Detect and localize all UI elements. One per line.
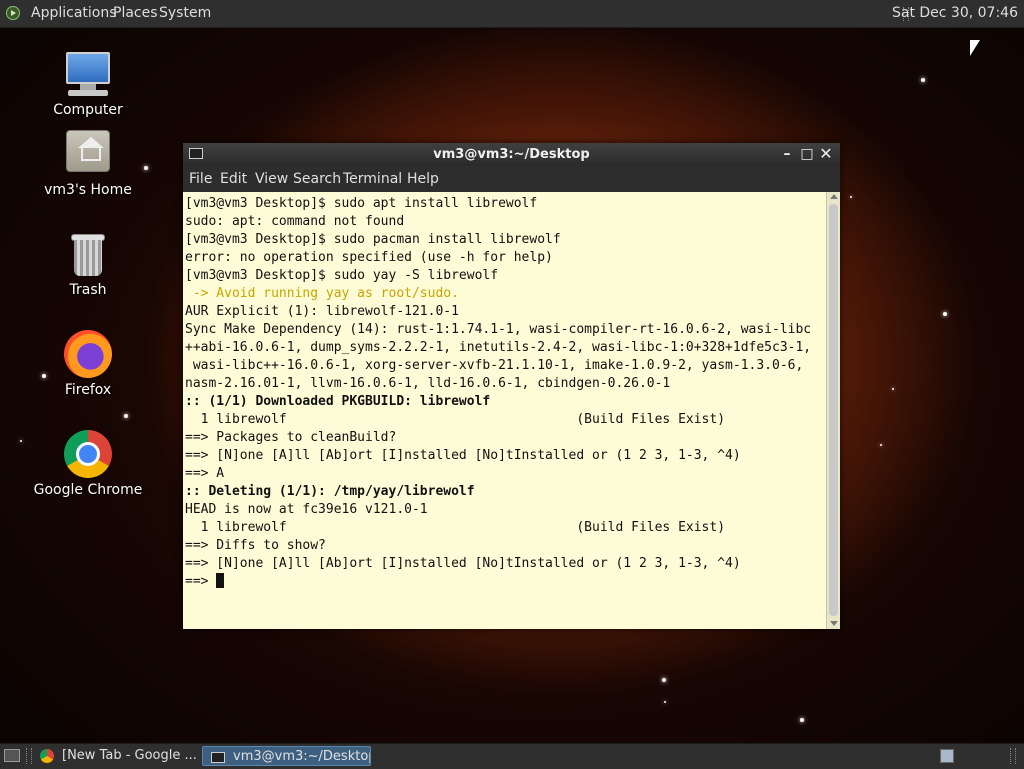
- minimize-button[interactable]: –: [780, 147, 794, 161]
- terminal-window[interactable]: vm3@vm3:~/Desktop – □ ✕ File Edit View S…: [183, 143, 840, 629]
- window-title: vm3@vm3:~/Desktop: [433, 147, 590, 162]
- firefox-icon: [64, 330, 112, 378]
- terminal-line: ==> Packages to cleanBuild?: [185, 430, 397, 445]
- scroll-down-arrow-icon[interactable]: [830, 621, 838, 626]
- terminal-line: [vm3@vm3 Desktop]$ sudo pacman install l…: [185, 232, 561, 247]
- scroll-up-arrow-icon[interactable]: [830, 194, 838, 199]
- taskbar-item-label: vm3@vm3:~/Desktop: [233, 749, 371, 764]
- star: [662, 678, 666, 682]
- terminal-line: ++abi-16.0.6-1, dump_syms-2.2.2-1, inetu…: [185, 340, 812, 355]
- terminal-line: [vm3@vm3 Desktop]$ sudo yay -S librewolf: [185, 268, 499, 283]
- home-folder-icon: [66, 130, 110, 172]
- terminal-icon: [211, 752, 225, 763]
- text-cursor: [216, 573, 225, 588]
- terminal-line: ==> A: [185, 466, 225, 481]
- desktop-icon-label: Firefox: [64, 382, 112, 398]
- desktop-icon-home[interactable]: vm3's Home: [33, 130, 143, 198]
- distro-logo-icon[interactable]: [6, 6, 20, 20]
- applications-menu[interactable]: Applications: [31, 5, 117, 21]
- chrome-icon: [64, 430, 112, 478]
- terminal-menubar: File Edit View Search Terminal Help: [183, 166, 840, 192]
- terminal-line: HEAD is now at fc39e16 v121.0-1: [185, 502, 428, 517]
- desktop-icon-firefox[interactable]: Firefox: [33, 330, 143, 398]
- menu-view[interactable]: View: [255, 171, 288, 187]
- system-menu[interactable]: System: [159, 5, 211, 21]
- star: [800, 718, 804, 722]
- terminal-output[interactable]: [vm3@vm3 Desktop]$ sudo apt install libr…: [183, 192, 826, 629]
- taskbar-item-terminal[interactable]: vm3@vm3:~/Desktop: [202, 746, 371, 766]
- menu-file[interactable]: File: [189, 171, 212, 187]
- star: [850, 196, 852, 198]
- desktop-icon-label: Trash: [69, 282, 107, 298]
- menu-help[interactable]: Help: [407, 171, 439, 187]
- chrome-icon: [40, 749, 54, 763]
- star: [144, 166, 148, 170]
- menu-edit[interactable]: Edit: [220, 171, 247, 187]
- star: [892, 388, 894, 390]
- star: [921, 78, 925, 82]
- terminal-prompt: ==>: [185, 574, 217, 589]
- terminal-line: ==> Diffs to show?: [185, 538, 326, 553]
- bottom-panel: [New Tab - Google ... vm3@vm3:~/Desktop: [0, 743, 1024, 769]
- star: [664, 701, 666, 703]
- menu-terminal[interactable]: Terminal: [343, 171, 402, 187]
- terminal-line: Sync Make Dependency (14): rust-1:1.74.1…: [185, 322, 812, 337]
- desktop-icon-label: Google Chrome: [33, 482, 143, 498]
- workspace-switcher[interactable]: [940, 749, 954, 763]
- top-panel: Applications Places System Sat Dec 30, 0…: [0, 0, 1024, 28]
- panel-separator: [1010, 748, 1016, 764]
- star: [943, 312, 947, 316]
- terminal-line: [vm3@vm3 Desktop]$ sudo apt install libr…: [185, 196, 538, 211]
- computer-icon: [64, 50, 112, 98]
- window-titlebar[interactable]: vm3@vm3:~/Desktop – □ ✕: [183, 143, 840, 166]
- terminal-line: 1 librewolf (Build Files Exist): [185, 412, 726, 427]
- terminal-line: AUR Explicit (1): librewolf-121.0-1: [185, 304, 459, 319]
- terminal-line: ==> [N]one [A]ll [Ab]ort [I]nstalled [No…: [185, 556, 741, 571]
- scrollbar-thumb[interactable]: [829, 204, 838, 616]
- clock[interactable]: Sat Dec 30, 07:46: [892, 5, 1018, 21]
- star: [880, 444, 882, 446]
- terminal-line: ==> [N]one [A]ll [Ab]ort [I]nstalled [No…: [185, 448, 741, 463]
- desktop-icon-computer[interactable]: Computer: [33, 50, 143, 118]
- places-menu[interactable]: Places: [113, 5, 158, 21]
- terminal-line: 1 librewolf (Build Files Exist): [185, 520, 726, 535]
- show-desktop-icon[interactable]: [4, 749, 20, 762]
- terminal-line: nasm-2.16.01-1, llvm-16.0.6-1, lld-16.0.…: [185, 376, 671, 391]
- star: [20, 440, 22, 442]
- star: [124, 414, 128, 418]
- terminal-line: error: no operation specified (use -h fo…: [185, 250, 553, 265]
- terminal-line: :: Deleting (1/1): /tmp/yay/librewolf: [185, 484, 475, 499]
- desktop-icon-label: vm3's Home: [44, 182, 132, 198]
- terminal-line-warning: -> Avoid running yay as root/sudo.: [185, 286, 459, 301]
- vertical-scrollbar[interactable]: [826, 192, 840, 629]
- desktop-icon-trash[interactable]: Trash: [33, 230, 143, 298]
- terminal-line: sudo: apt: command not found: [185, 214, 405, 229]
- close-button[interactable]: ✕: [819, 146, 833, 162]
- maximize-button[interactable]: □: [800, 147, 814, 161]
- taskbar-item-chrome[interactable]: [New Tab - Google ...: [32, 746, 200, 766]
- desktop-icon-chrome[interactable]: Google Chrome: [33, 430, 143, 498]
- terminal-line: :: (1/1) Downloaded PKGBUILD: librewolf: [185, 394, 491, 409]
- desktop-icon-label: Computer: [53, 102, 123, 118]
- terminal-line: wasi-libc++-16.0.6-1, xorg-server-xvfb-2…: [185, 358, 804, 373]
- menu-search[interactable]: Search: [293, 171, 341, 187]
- taskbar-item-label: [New Tab - Google ...: [62, 748, 197, 763]
- trash-icon: [64, 230, 112, 278]
- mouse-pointer-icon: [970, 40, 980, 56]
